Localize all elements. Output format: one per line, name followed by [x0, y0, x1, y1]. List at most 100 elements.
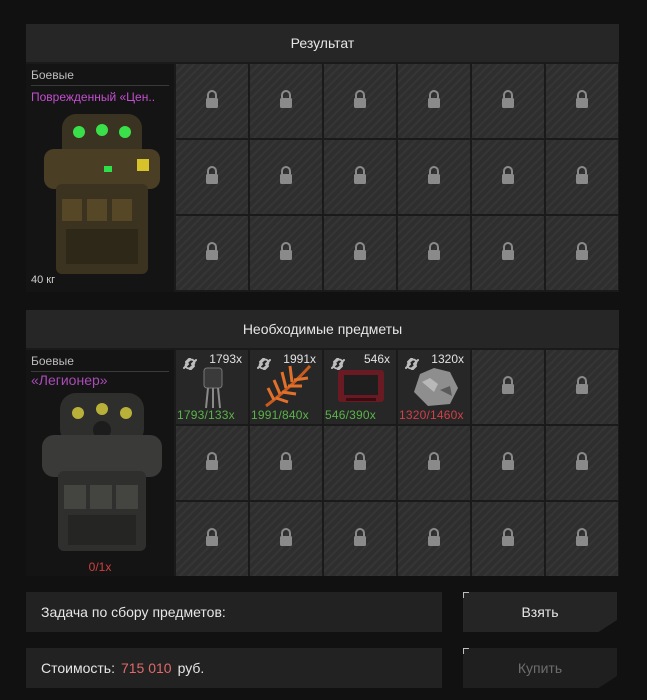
locked-slot [324, 140, 396, 214]
locked-slot [472, 140, 544, 214]
lock-icon [279, 165, 293, 189]
required-panel: Необходимые предметы Боевые «Легионер» 0… [26, 310, 619, 576]
locked-slot [472, 502, 544, 576]
take-button[interactable]: Взять [463, 592, 617, 632]
cost-label: Стоимость: [41, 660, 115, 676]
buy-button[interactable]: Купить [463, 648, 617, 688]
lock-icon [501, 451, 515, 475]
lock-icon [427, 89, 441, 113]
locked-slot [546, 426, 618, 500]
locked-slot [398, 64, 470, 138]
locked-slot [324, 216, 396, 290]
lock-icon [575, 89, 589, 113]
lock-icon [575, 451, 589, 475]
lock-icon [501, 89, 515, 113]
lock-icon [427, 241, 441, 265]
link-icon [404, 357, 420, 371]
locked-slot [546, 64, 618, 138]
locked-slot [398, 502, 470, 576]
link-icon [330, 357, 346, 371]
locked-slot [176, 426, 248, 500]
lock-icon [353, 241, 367, 265]
lock-icon [353, 527, 367, 551]
task-label: Задача по сбору предметов: [41, 604, 226, 620]
material-quantity: 546x [363, 352, 390, 366]
lock-icon [279, 527, 293, 551]
locked-slot [250, 64, 322, 138]
lock-icon [205, 527, 219, 551]
lock-icon [279, 451, 293, 475]
locked-slot [546, 350, 618, 424]
result-panel: Результат Боевые Поврежденный «Цен.. 40 … [26, 24, 619, 292]
required-header: Необходимые предметы [26, 310, 619, 348]
material-slot[interactable]: 1991x 1991/840x [250, 350, 322, 424]
required-item-card[interactable]: Боевые «Легионер» 0/1x [26, 350, 174, 576]
locked-slot [324, 502, 396, 576]
required-item-name: «Легионер» [31, 372, 108, 388]
lock-icon [279, 89, 293, 113]
lock-icon [427, 165, 441, 189]
result-slot-grid [176, 64, 618, 290]
locked-slot [546, 216, 618, 290]
locked-slot [472, 64, 544, 138]
locked-slot [472, 350, 544, 424]
lock-icon [353, 451, 367, 475]
locked-slot [176, 216, 248, 290]
locked-slot [398, 140, 470, 214]
armor-suit-image [42, 393, 162, 551]
lock-icon [353, 165, 367, 189]
result-item-weight: 40 кг [31, 274, 56, 286]
material-slot[interactable]: 1320x 1320/1460x [398, 350, 470, 424]
cost-currency: руб. [177, 660, 205, 676]
result-item-category: Боевые [31, 68, 169, 86]
link-icon [182, 357, 198, 371]
material-ratio: 1793/133x [177, 408, 235, 422]
locked-slot [472, 426, 544, 500]
lock-icon [575, 527, 589, 551]
required-slot-grid: 1793x 1793/133x 1991x 1991/840x 546x 546/390x… [176, 350, 618, 576]
material-slot[interactable]: 546x 546/390x [324, 350, 396, 424]
locked-slot [176, 64, 248, 138]
material-ratio: 1991/840x [251, 408, 309, 422]
result-item-name: Поврежденный «Цен.. [31, 90, 156, 104]
locked-slot [176, 140, 248, 214]
material-quantity: 1991x [283, 352, 316, 366]
lock-icon [575, 375, 589, 399]
lock-icon [279, 241, 293, 265]
locked-slot [546, 140, 618, 214]
lock-icon [353, 89, 367, 113]
lock-icon [575, 241, 589, 265]
lock-icon [427, 451, 441, 475]
cost-value: 715 010 [120, 660, 172, 676]
locked-slot [250, 140, 322, 214]
material-ratio: 546/390x [325, 408, 376, 422]
locked-slot [176, 502, 248, 576]
required-item-category: Боевые [31, 354, 169, 372]
material-quantity: 1793x [209, 352, 242, 366]
lock-icon [501, 527, 515, 551]
locked-slot [398, 426, 470, 500]
lock-icon [427, 527, 441, 551]
locked-slot [250, 426, 322, 500]
locked-slot [472, 216, 544, 290]
lock-icon [205, 89, 219, 113]
lock-icon [501, 241, 515, 265]
locked-slot [546, 502, 618, 576]
locked-slot [324, 426, 396, 500]
material-quantity: 1320x [431, 352, 464, 366]
lock-icon [501, 375, 515, 399]
task-row: Задача по сбору предметов: [26, 592, 442, 632]
locked-slot [250, 216, 322, 290]
lock-icon [501, 165, 515, 189]
locked-slot [398, 216, 470, 290]
cost-row: Стоимость: 715 010 руб. [26, 648, 442, 688]
result-header: Результат [26, 24, 619, 62]
result-item-card[interactable]: Боевые Поврежденный «Цен.. 40 кг [26, 64, 174, 292]
lock-icon [205, 165, 219, 189]
material-slot[interactable]: 1793x 1793/133x [176, 350, 248, 424]
material-ratio: 1320/1460x [399, 408, 464, 422]
locked-slot [250, 502, 322, 576]
lock-icon [205, 241, 219, 265]
lock-icon [575, 165, 589, 189]
armor-suit-image [44, 114, 160, 274]
